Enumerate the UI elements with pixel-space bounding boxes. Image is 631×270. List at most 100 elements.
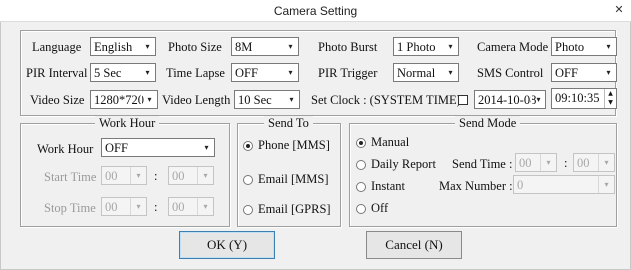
- video-length-label: Video Length: [162, 93, 231, 107]
- photo-size-value: 8M: [235, 40, 253, 54]
- off-label[interactable]: Off: [371, 201, 388, 216]
- chevron-down-icon: ▾: [198, 139, 214, 156]
- send-mode-group-title: Send Mode: [455, 116, 521, 131]
- pir-interval-label: PIR Interval: [26, 66, 88, 80]
- chevron-down-icon: ▾: [442, 64, 458, 81]
- pir-interval-select[interactable]: 5 Sec ▾: [90, 63, 156, 82]
- photo-size-label: Photo Size: [168, 40, 222, 54]
- work-hour-value: OFF: [105, 141, 128, 155]
- sms-control-label: SMS Control: [477, 66, 544, 80]
- pir-interval-value: 5 Sec: [94, 66, 122, 80]
- spin-up-icon[interactable]: ▲: [605, 89, 616, 98]
- off-radio[interactable]: [356, 204, 366, 214]
- daily-report-label[interactable]: Daily Report: [371, 157, 436, 172]
- stop-hour-select[interactable]: 00 ▾: [101, 197, 147, 216]
- stop-colon: :: [154, 200, 158, 214]
- cancel-button[interactable]: Cancel (N): [366, 231, 462, 259]
- chevron-down-icon: ▾: [282, 64, 298, 81]
- pir-trigger-value: Normal: [397, 66, 436, 80]
- manual-radio[interactable]: [356, 138, 366, 148]
- window-title: Camera Setting: [273, 4, 358, 18]
- start-minute-value: 00: [172, 169, 185, 183]
- work-hour-label: Work Hour: [37, 142, 94, 156]
- time-spin-buttons[interactable]: ▲ ▼: [604, 89, 616, 108]
- instant-radio[interactable]: [356, 182, 366, 192]
- chevron-down-icon: ▾: [130, 198, 146, 215]
- chevron-down-icon: ▾: [600, 38, 616, 55]
- send-hour-value: 00: [519, 156, 532, 170]
- time-spinner[interactable]: 09:10:35 ▲ ▼: [551, 88, 617, 109]
- video-length-value: 10 Sec: [238, 93, 272, 107]
- language-label: Language: [32, 40, 82, 54]
- start-hour-value: 00: [105, 169, 118, 183]
- start-minute-select[interactable]: 00 ▾: [168, 166, 214, 185]
- email-mms-radio[interactable]: [243, 175, 253, 185]
- sms-control-select[interactable]: OFF ▾: [551, 63, 617, 82]
- video-size-label: Video Size: [30, 93, 85, 107]
- max-number-value: 0: [517, 178, 524, 192]
- time-value: 09:10:35: [555, 91, 600, 105]
- camera-mode-value: Photo: [555, 40, 585, 54]
- video-size-select[interactable]: 1280*720 ▾: [90, 90, 158, 109]
- stop-minute-value: 00: [172, 200, 185, 214]
- camera-mode-label: Camera Mode: [477, 40, 549, 54]
- chevron-down-icon: ▾: [598, 176, 614, 193]
- time-lapse-select[interactable]: OFF ▾: [231, 63, 299, 82]
- chevron-down-icon: ▾: [598, 154, 614, 171]
- email-mms-label[interactable]: Email [MMS]: [258, 172, 328, 187]
- photo-burst-label: Photo Burst: [318, 40, 378, 54]
- date-picker[interactable]: 2014-10-08 ▾: [474, 90, 546, 109]
- daily-report-radio[interactable]: [356, 160, 366, 170]
- phone-mms-radio[interactable]: [243, 141, 253, 151]
- camera-mode-select[interactable]: Photo ▾: [551, 37, 617, 56]
- max-number-select[interactable]: 0 ▾: [513, 175, 615, 194]
- chevron-down-icon: ▾: [600, 64, 616, 81]
- photo-burst-value: 1 Photo: [397, 40, 436, 54]
- chevron-down-icon: ▾: [531, 91, 545, 108]
- email-gprs-label[interactable]: Email [GPRS]: [258, 202, 331, 217]
- phone-mms-label[interactable]: Phone [MMS]: [258, 138, 330, 153]
- start-colon: :: [154, 169, 158, 183]
- close-icon[interactable]: ✕: [611, 3, 627, 17]
- email-gprs-radio[interactable]: [243, 205, 253, 215]
- chevron-down-icon: ▾: [540, 154, 556, 171]
- work-hour-group-title: Work Hour: [95, 116, 160, 131]
- start-time-label: Start Time: [44, 170, 97, 184]
- spin-down-icon[interactable]: ▼: [605, 98, 616, 107]
- photo-size-select[interactable]: 8M ▾: [231, 37, 299, 56]
- pir-trigger-select[interactable]: Normal ▾: [393, 63, 459, 82]
- chevron-down-icon: ▾: [282, 38, 298, 55]
- set-clock-checkbox[interactable]: [458, 95, 468, 105]
- chevron-down-icon: ▾: [197, 198, 213, 215]
- start-hour-select[interactable]: 00 ▾: [101, 166, 147, 185]
- stop-minute-select[interactable]: 00 ▾: [168, 197, 214, 216]
- video-size-value: 1280*720: [94, 93, 144, 107]
- send-to-group-title: Send To: [264, 116, 313, 131]
- send-time-label: Send Time :: [452, 157, 513, 171]
- manual-label[interactable]: Manual: [371, 135, 409, 150]
- chevron-down-icon: ▾: [442, 38, 458, 55]
- chevron-down-icon: ▾: [283, 91, 299, 108]
- video-length-select[interactable]: 10 Sec ▾: [234, 90, 300, 109]
- work-hour-select[interactable]: OFF ▾: [101, 138, 215, 157]
- set-clock-label: Set Clock : (SYSTEM TIME): [311, 93, 461, 107]
- instant-label[interactable]: Instant: [371, 179, 405, 194]
- stop-hour-value: 00: [105, 200, 118, 214]
- photo-burst-select[interactable]: 1 Photo ▾: [393, 37, 459, 56]
- send-minute-select[interactable]: 00 ▾: [573, 153, 615, 172]
- send-colon: :: [564, 156, 568, 170]
- ok-button[interactable]: OK (Y): [179, 231, 275, 259]
- language-value: English: [94, 40, 133, 54]
- send-hour-select[interactable]: 00 ▾: [515, 153, 557, 172]
- chevron-down-icon: ▾: [139, 64, 155, 81]
- language-select[interactable]: English ▾: [90, 37, 156, 56]
- pir-trigger-label: PIR Trigger: [318, 66, 378, 80]
- time-lapse-label: Time Lapse: [166, 66, 225, 80]
- sms-control-value: OFF: [555, 66, 578, 80]
- chevron-down-icon: ▾: [197, 167, 213, 184]
- chevron-down-icon: ▾: [141, 91, 157, 108]
- chevron-down-icon: ▾: [130, 167, 146, 184]
- chevron-down-icon: ▾: [139, 38, 155, 55]
- time-lapse-value: OFF: [235, 66, 258, 80]
- stop-time-label: Stop Time: [44, 201, 96, 215]
